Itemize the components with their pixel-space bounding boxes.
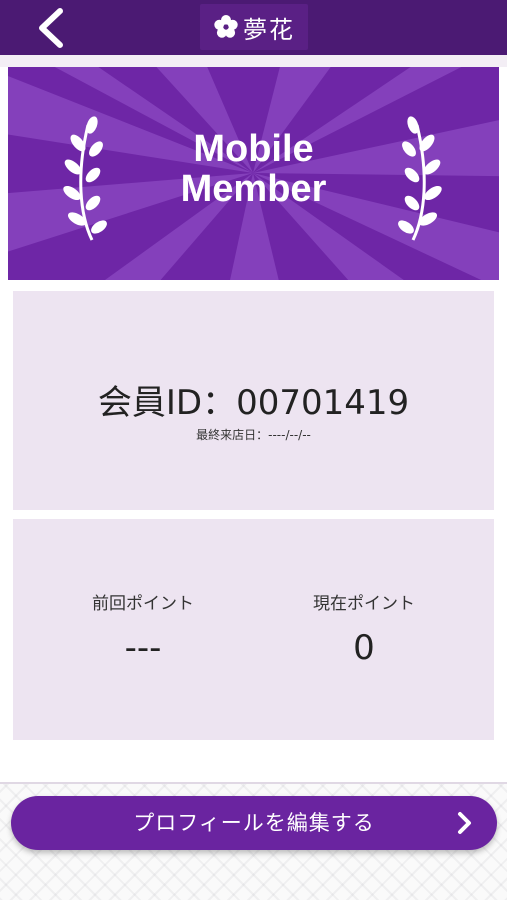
previous-points: 前回ポイント --- bbox=[23, 589, 263, 668]
last-visit-label: 最終来店日： bbox=[196, 428, 269, 442]
banner-title-line2: Member bbox=[180, 168, 327, 210]
points-card: 前回ポイント --- 現在ポイント 0 bbox=[13, 519, 494, 740]
member-id-card: 会員ID：00701419 最終来店日：----/--/-- bbox=[13, 291, 494, 510]
member-id-value: 00701419 bbox=[236, 383, 410, 423]
chevron-left-icon bbox=[39, 8, 63, 48]
member-id: 会員ID：00701419 bbox=[13, 375, 494, 424]
banner-divider bbox=[0, 280, 507, 290]
banner-title-line1: Mobile bbox=[193, 128, 314, 170]
banner-title: Mobile Member bbox=[0, 129, 507, 209]
mobile-member-banner: Mobile Member bbox=[0, 67, 507, 280]
logo-text: 夢花 bbox=[243, 15, 295, 44]
back-button[interactable] bbox=[30, 6, 74, 50]
last-visit-date: 最終来店日：----/--/-- bbox=[13, 426, 494, 443]
member-id-label: 会員ID： bbox=[97, 383, 237, 423]
previous-points-value: --- bbox=[124, 628, 162, 668]
last-visit-value: ----/--/-- bbox=[268, 428, 311, 442]
current-points-value: 0 bbox=[353, 628, 375, 668]
flower-icon bbox=[214, 15, 238, 38]
chevron-right-icon bbox=[458, 812, 471, 834]
current-points: 現在ポイント 0 bbox=[244, 589, 484, 668]
previous-points-label: 前回ポイント bbox=[92, 594, 194, 614]
edit-profile-button[interactable]: プロフィールを編集する bbox=[11, 796, 497, 850]
brand-logo[interactable]: 夢花 bbox=[200, 4, 308, 50]
edit-profile-label: プロフィールを編集する bbox=[133, 811, 375, 835]
current-points-label: 現在ポイント bbox=[313, 594, 415, 614]
header-spacer bbox=[0, 55, 507, 67]
app-header: 夢花 bbox=[0, 0, 507, 55]
